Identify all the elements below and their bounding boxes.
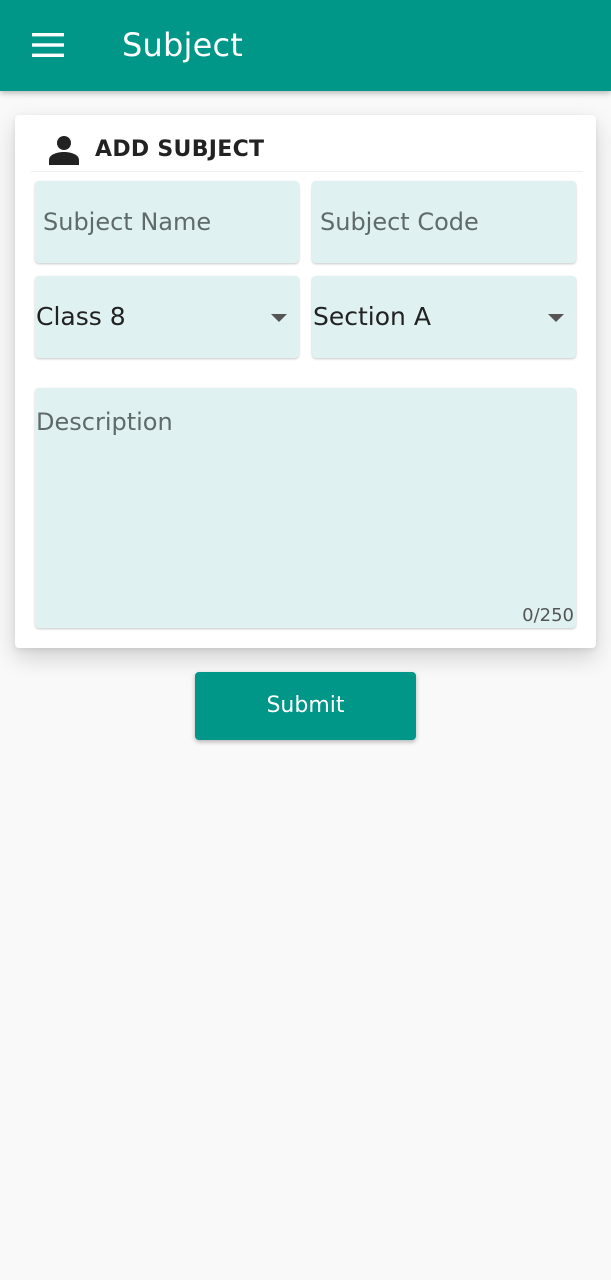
card-header: ADD SUBJECT xyxy=(31,115,583,172)
submit-button[interactable]: Submit xyxy=(195,672,416,740)
subject-code-field[interactable] xyxy=(312,181,576,263)
class-dropdown[interactable]: Class 8 xyxy=(35,276,299,358)
section-selected-value: Section A xyxy=(313,302,431,331)
page-title: Subject xyxy=(122,26,244,64)
arrow-drop-down-icon xyxy=(548,314,564,322)
menu-icon xyxy=(32,33,64,57)
card-title: ADD SUBJECT xyxy=(95,137,265,162)
app-bar: Subject xyxy=(0,0,611,91)
arrow-drop-down-icon xyxy=(271,314,287,322)
person-icon xyxy=(49,136,79,165)
description-textarea[interactable] xyxy=(35,388,576,628)
subject-code-input[interactable] xyxy=(312,181,576,263)
character-counter: 0/250 xyxy=(522,605,574,626)
subject-name-input[interactable] xyxy=(35,181,299,263)
menu-button[interactable] xyxy=(22,22,74,68)
description-field[interactable]: 0/250 xyxy=(35,388,576,628)
add-subject-card: ADD SUBJECT Class 8 Section A 0/250 xyxy=(15,115,596,648)
subject-name-field[interactable] xyxy=(35,181,299,263)
class-selected-value: Class 8 xyxy=(36,302,126,331)
section-dropdown[interactable]: Section A xyxy=(312,276,576,358)
